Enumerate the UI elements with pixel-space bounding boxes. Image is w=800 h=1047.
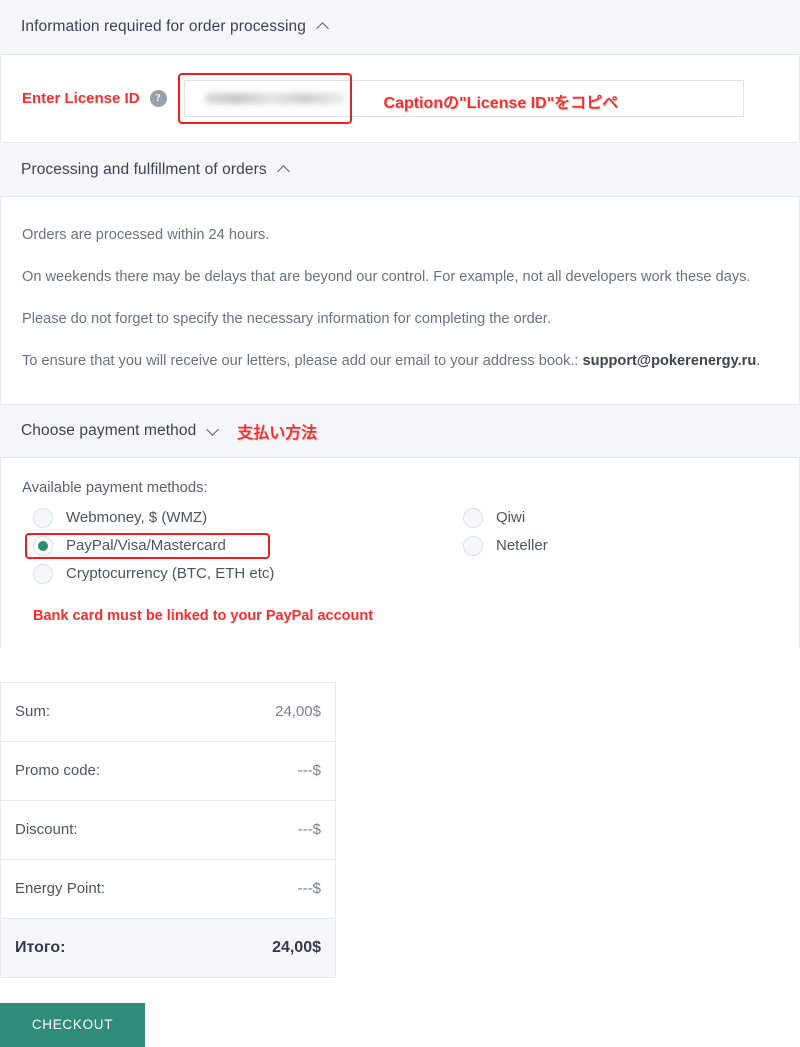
totals-row-label: Energy Point: bbox=[15, 880, 106, 898]
section-title-processing: Processing and fulfillment of orders bbox=[21, 160, 267, 178]
payment-option-paypal[interactable]: PayPal/Visa/Mastercard bbox=[22, 532, 452, 560]
payment-annotation-text: 支払い方法 bbox=[237, 424, 318, 442]
totals-section: Sum: 24,00$ Promo code: ---$ Discount: -… bbox=[0, 648, 800, 978]
info-paragraph: Orders are processed within 24 hours. bbox=[22, 227, 270, 243]
totals-row-promo-code: Promo code: ---$ bbox=[1, 742, 335, 801]
chevron-up-icon[interactable] bbox=[278, 164, 290, 176]
payment-option-webmoney[interactable]: Webmoney, $ (WMZ) bbox=[22, 504, 452, 532]
grand-total-label: Итого: bbox=[15, 938, 66, 956]
support-email[interactable]: support@pokerenergy.ru bbox=[583, 353, 757, 369]
radio-icon[interactable] bbox=[463, 535, 483, 556]
section-header-order-info[interactable]: Information required for order processin… bbox=[0, 0, 800, 55]
payment-methods-block: Available payment methods: Webmoney, $ (… bbox=[0, 457, 800, 648]
totals-row-label: Sum: bbox=[15, 703, 51, 721]
checkout-page: Information required for order processin… bbox=[0, 0, 800, 1047]
radio-icon[interactable] bbox=[463, 507, 483, 528]
bank-card-warning: Bank card must be linked to your PayPal … bbox=[33, 607, 374, 624]
email-line-prefix: To ensure that you will receive our lett… bbox=[22, 353, 583, 370]
license-annotation-text: Captionの"License ID"をコピペ bbox=[383, 95, 619, 112]
totals-row-label: Promo code: bbox=[15, 762, 101, 780]
radio-icon[interactable] bbox=[33, 563, 53, 584]
redacted-license-value bbox=[204, 93, 345, 104]
section-header-payment[interactable]: Choose payment method 支払い方法 bbox=[0, 403, 800, 458]
payment-option-label: PayPal/Visa/Mastercard bbox=[66, 537, 226, 555]
chevron-up-icon[interactable] bbox=[317, 21, 329, 33]
payment-methods-grid: Webmoney, $ (WMZ) PayPal/Visa/Mastercard… bbox=[22, 504, 778, 588]
radio-icon-selected[interactable] bbox=[33, 535, 53, 556]
payment-methods-column-right: Qiwi Neteller bbox=[452, 504, 548, 588]
chevron-down-icon[interactable] bbox=[207, 425, 219, 437]
radio-icon[interactable] bbox=[33, 507, 53, 528]
section-title-order-info: Information required for order processin… bbox=[21, 18, 306, 35]
payment-option-crypto[interactable]: Cryptocurrency (BTC, ETH etc) bbox=[22, 560, 452, 588]
totals-row-energy-point: Energy Point: ---$ bbox=[1, 860, 335, 919]
section-title-payment: Choose payment method bbox=[21, 421, 197, 439]
license-input-container: Captionの"License ID"をコピペ bbox=[177, 73, 744, 124]
available-methods-label: Available payment methods: bbox=[22, 479, 208, 496]
totals-row-value: ---$ bbox=[297, 762, 321, 780]
payment-methods-column-left: Webmoney, $ (WMZ) PayPal/Visa/Mastercard… bbox=[22, 504, 452, 588]
payment-option-label: Qiwi bbox=[496, 509, 526, 527]
totals-row-value: 24,00$ bbox=[275, 703, 321, 721]
totals-row-discount: Discount: ---$ bbox=[1, 801, 335, 860]
payment-option-label: Webmoney, $ (WMZ) bbox=[66, 509, 208, 527]
info-paragraph-email: To ensure that you will receive our lett… bbox=[22, 341, 778, 383]
payment-option-label: Neteller bbox=[496, 537, 548, 555]
payment-option-qiwi[interactable]: Qiwi bbox=[452, 504, 548, 532]
processing-info-block: Orders are processed within 24 hours. On… bbox=[0, 197, 800, 404]
totals-row-value: ---$ bbox=[297, 821, 321, 839]
grand-total-value: 24,00$ bbox=[272, 938, 321, 956]
totals-row-value: ---$ bbox=[297, 880, 321, 898]
section-header-processing[interactable]: Processing and fulfillment of orders bbox=[0, 142, 800, 197]
license-id-row: Enter License ID ? Captionの"License ID"を… bbox=[0, 55, 800, 142]
email-line-suffix: . bbox=[756, 353, 761, 370]
payment-option-label: Cryptocurrency (BTC, ETH etc) bbox=[66, 565, 275, 583]
payment-option-neteller[interactable]: Neteller bbox=[452, 532, 548, 560]
checkout-button[interactable]: CHECKOUT bbox=[0, 1002, 145, 1047]
checkout-section: CHECKOUT bbox=[0, 978, 800, 1047]
help-circle-icon[interactable]: ? bbox=[149, 90, 167, 107]
totals-row-label: Discount: bbox=[15, 821, 78, 839]
totals-table: Sum: 24,00$ Promo code: ---$ Discount: -… bbox=[0, 681, 336, 978]
totals-row-grand-total: Итого: 24,00$ bbox=[1, 918, 335, 978]
info-paragraph: On weekends there may be delays that are… bbox=[22, 269, 751, 286]
info-paragraph: Please do not forget to specify the nece… bbox=[22, 311, 551, 328]
license-id-label: Enter License ID bbox=[22, 90, 140, 107]
totals-row-sum: Sum: 24,00$ bbox=[1, 683, 335, 742]
